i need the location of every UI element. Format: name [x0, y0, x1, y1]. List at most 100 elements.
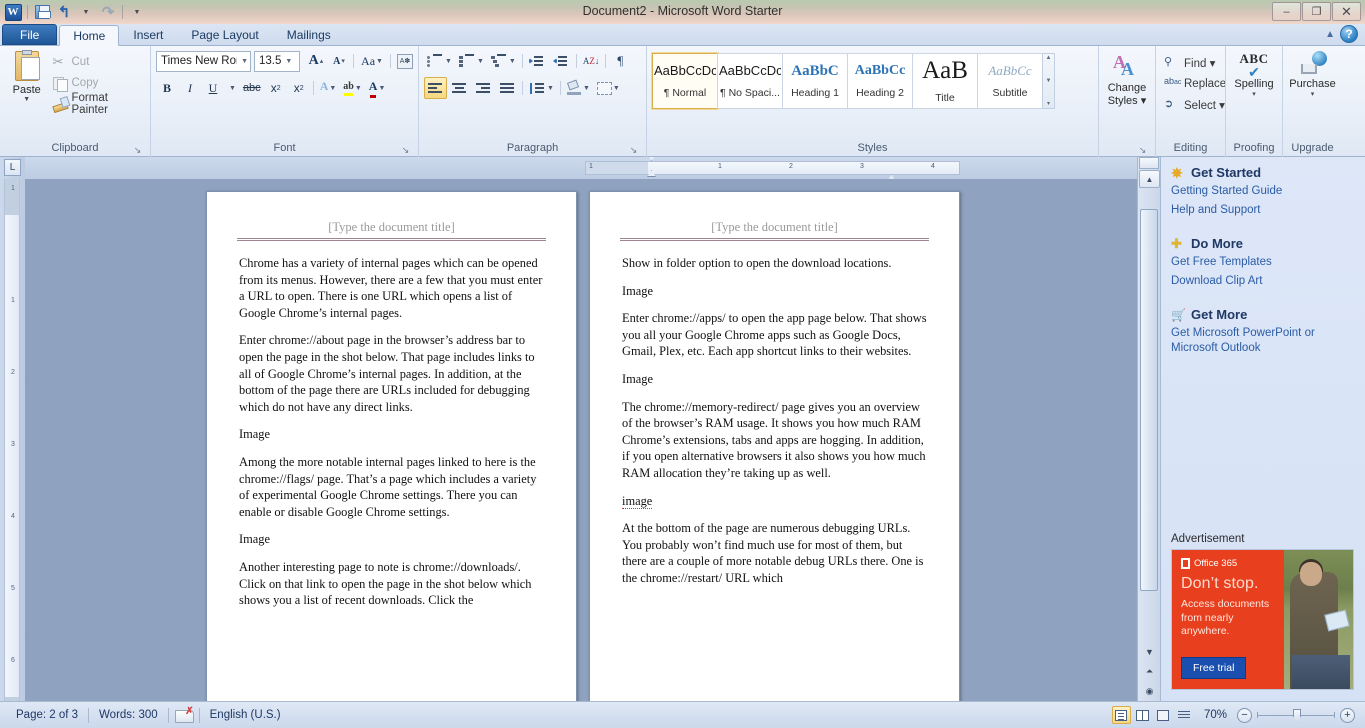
styles-gallery-scrollbar[interactable]: ▲ ▼ ▾ — [1042, 53, 1055, 109]
free-trial-button[interactable]: Free trial — [1181, 657, 1247, 679]
link-help-and-support[interactable]: Help and Support — [1171, 203, 1355, 218]
grow-font-button[interactable]: A ▴ — [305, 50, 327, 72]
styles-more-icon[interactable]: ▾ — [1047, 100, 1050, 107]
numbering-button[interactable]: ▼ — [456, 50, 487, 72]
align-right-button[interactable] — [472, 77, 495, 99]
decrease-indent-button[interactable] — [526, 50, 549, 72]
purchase-caret-icon[interactable]: ▾ — [1311, 90, 1315, 98]
replace-button[interactable]: abac Replace — [1161, 73, 1229, 94]
select-browse-object-button[interactable]: ◉ — [1140, 682, 1159, 701]
scroll-thumb[interactable] — [1140, 209, 1158, 591]
page-2-paragraph-3[interactable]: Enter chrome://apps/ to open the app pag… — [622, 310, 927, 360]
split-window-handle[interactable] — [1139, 157, 1159, 169]
customize-qat-icon[interactable]: ▼ — [127, 2, 147, 22]
strikethrough-button[interactable]: abc — [240, 77, 264, 99]
advertisement-banner[interactable]: Office 365 Don’t stop. Access documents … — [1171, 549, 1354, 690]
tab-page-layout[interactable]: Page Layout — [177, 24, 272, 45]
zoom-level[interactable]: 70% — [1196, 709, 1235, 721]
zoom-track[interactable] — [1257, 708, 1335, 722]
zoom-in-button[interactable]: + — [1340, 707, 1355, 723]
page-2-paragraph-2[interactable]: Image — [622, 283, 927, 300]
shading-button[interactable]: ▼ — [564, 77, 593, 99]
vertical-scrollbar[interactable]: ▲ ▼ ⏶ ◉ ⏷ — [1137, 157, 1160, 723]
text-effects-button[interactable]: A ▼ — [317, 77, 340, 99]
page-1-paragraph-1[interactable]: Chrome has a variety of internal pages w… — [239, 255, 544, 321]
previous-page-button[interactable]: ⏶ — [1140, 662, 1159, 681]
tab-selector-button[interactable]: L — [4, 159, 21, 176]
print-layout-view-button[interactable] — [1111, 706, 1131, 724]
zoom-out-button[interactable]: − — [1237, 707, 1252, 723]
page-1-paragraph-5[interactable]: Image — [239, 531, 544, 548]
undo-icon[interactable]: ↰ — [54, 2, 74, 22]
underline-caret-icon[interactable]: ▼ — [225, 77, 239, 99]
paste-button[interactable]: Paste ▼ — [5, 49, 49, 103]
page-1-paragraph-6[interactable]: Another interesting page to note is chro… — [239, 559, 544, 609]
word-count[interactable]: Words: 300 — [89, 709, 168, 721]
web-layout-view-button[interactable] — [1154, 706, 1173, 724]
format-painter-button[interactable]: Format Painter — [49, 92, 146, 116]
tab-file[interactable]: File — [2, 24, 58, 45]
font-name-combo[interactable]: Times New Rom ▼ — [156, 50, 251, 72]
paste-caret-icon[interactable]: ▼ — [23, 96, 30, 103]
multilevel-list-button[interactable]: ▼ — [488, 50, 519, 72]
spelling-caret-icon[interactable]: ▾ — [1252, 90, 1256, 98]
font-dialog-launcher[interactable]: ↘ — [400, 145, 411, 156]
purchase-button[interactable]: Purchase ▾ — [1289, 49, 1336, 98]
help-icon[interactable]: ? — [1340, 25, 1358, 43]
scroll-up-button[interactable]: ▲ — [1139, 170, 1160, 188]
ribbon-tab-strip[interactable]: File Home Insert Page Layout Mailings ▲ … — [0, 24, 1365, 46]
cut-button[interactable]: Cut — [49, 51, 146, 72]
style-heading-2[interactable]: AaBbCc Heading 2 — [847, 53, 913, 109]
document-page-1[interactable]: [Type the document title] Chrome has a v… — [206, 191, 577, 723]
font-size-combo[interactable]: 13.5 ▼ — [254, 50, 300, 72]
bullets-button[interactable]: ▼ — [424, 50, 455, 72]
styles-scroll-down-icon[interactable]: ▼ — [1046, 78, 1052, 84]
spelling-errors-icon[interactable] — [174, 706, 194, 723]
clipboard-dialog-launcher[interactable]: ↘ — [132, 145, 143, 156]
restore-button[interactable]: ❐ — [1302, 2, 1331, 21]
word-logo-icon[interactable]: W — [3, 2, 23, 22]
clear-formatting-button[interactable]: A✽ — [394, 50, 416, 72]
horizontal-ruler[interactable]: 1 1 2 3 4 — [25, 157, 1160, 180]
copy-button[interactable]: Copy — [49, 72, 146, 93]
page-2-paragraph-7[interactable]: At the bottom of the page are numerous d… — [622, 520, 927, 586]
page-2-paragraph-5[interactable]: The chrome://memory-redirect/ page gives… — [622, 399, 927, 482]
style-heading-1[interactable]: AaBbC Heading 1 — [782, 53, 848, 109]
styles-dialog-launcher[interactable]: ↘ — [1137, 145, 1148, 156]
spelling-button[interactable]: ABC ✔ Spelling ▾ — [1231, 49, 1277, 98]
bold-button[interactable]: B — [156, 77, 178, 99]
show-formatting-marks-button[interactable]: ¶ — [609, 50, 631, 72]
document-page-2[interactable]: [Type the document title] Show in folder… — [589, 191, 960, 723]
shrink-font-button[interactable]: A ▾ — [328, 50, 350, 72]
page-2-paragraph-4[interactable]: Image — [622, 371, 927, 388]
line-spacing-button[interactable]: ▼ — [526, 77, 557, 99]
tab-insert[interactable]: Insert — [119, 24, 177, 45]
change-styles-button[interactable]: AA Change Styles ▾ — [1104, 49, 1150, 107]
sort-button[interactable]: AZ↓ — [580, 50, 603, 72]
minimize-button[interactable]: – — [1272, 2, 1301, 21]
vertical-ruler[interactable]: 1 1 2 3 4 5 6 — [4, 179, 20, 723]
link-get-powerpoint-or-outlook[interactable]: Get Microsoft PowerPoint or Microsoft Ou… — [1171, 326, 1355, 356]
style-subtitle[interactable]: AaBbCc Subtitle — [977, 53, 1043, 109]
page-1-title-placeholder[interactable]: [Type the document title] — [239, 220, 544, 238]
select-button[interactable]: ➲ Select ▾ — [1161, 94, 1229, 115]
quick-access-toolbar[interactable]: W ↰ ▼ ↷ ▼ — [0, 1, 147, 23]
superscript-button[interactable]: x2 — [288, 77, 310, 99]
change-case-button[interactable]: Aa ▼ — [357, 50, 387, 72]
font-color-button[interactable]: A ▼ — [366, 77, 389, 99]
justify-button[interactable] — [496, 77, 519, 99]
language-indicator[interactable]: English (U.S.) — [200, 709, 291, 721]
style-title[interactable]: AaB Title — [912, 53, 978, 109]
page-2-paragraph-1[interactable]: Show in folder option to open the downlo… — [622, 255, 927, 272]
page-indicator[interactable]: Page: 2 of 3 — [6, 709, 88, 721]
page-1-paragraph-2[interactable]: Enter chrome://about page in the browser… — [239, 332, 544, 415]
align-center-button[interactable] — [448, 77, 471, 99]
page-2-title-placeholder[interactable]: [Type the document title] — [622, 220, 927, 238]
link-get-free-templates[interactable]: Get Free Templates — [1171, 255, 1355, 270]
draft-view-button[interactable] — [1175, 706, 1194, 724]
collapse-ribbon-icon[interactable]: ▲ — [1325, 29, 1335, 40]
zoom-thumb[interactable] — [1293, 708, 1301, 722]
tab-mailings[interactable]: Mailings — [273, 24, 345, 45]
increase-indent-button[interactable] — [550, 50, 573, 72]
find-button[interactable]: ⚲ Find ▾ — [1161, 52, 1229, 73]
